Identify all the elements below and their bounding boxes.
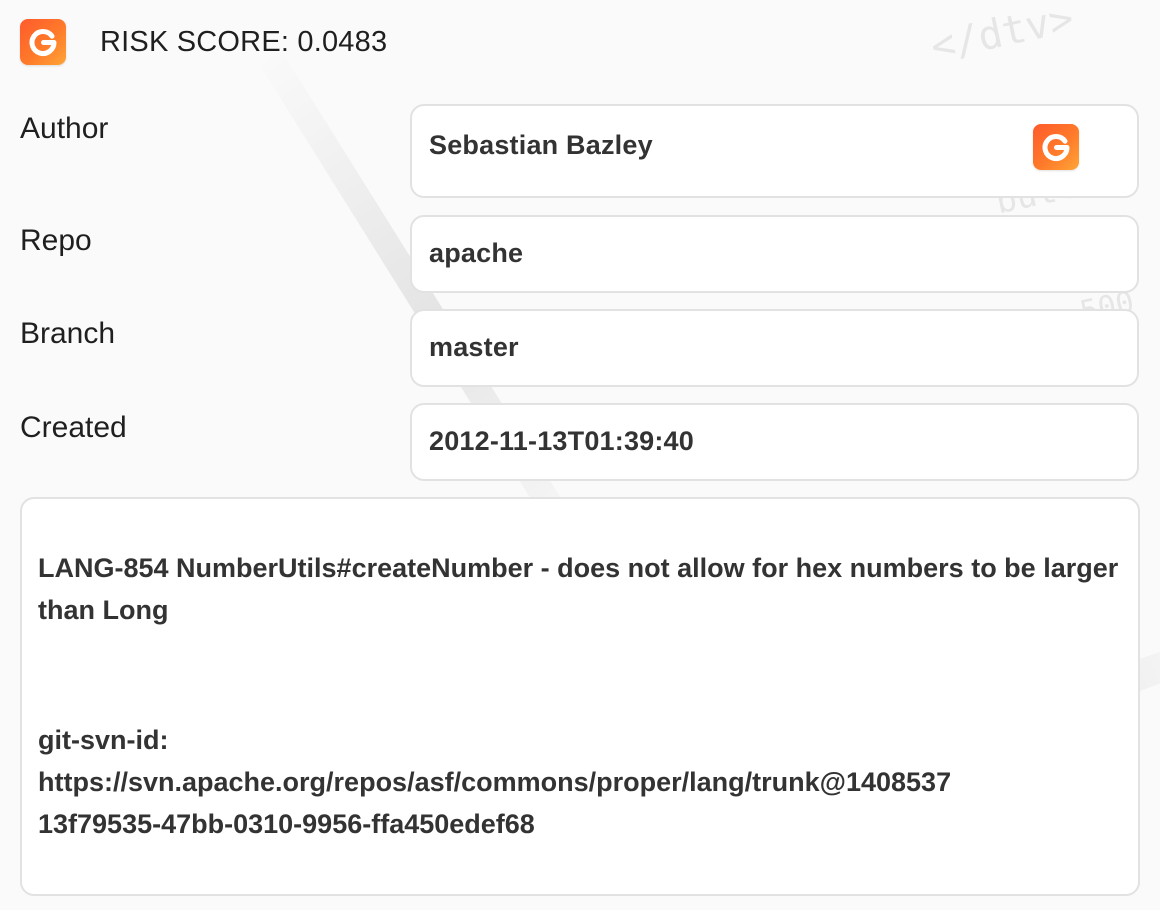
author-label: Author [20,112,109,145]
created-value: 2012-11-13T01:39:40 [429,426,694,456]
g-logo-icon [20,19,66,65]
repo-value: apache [429,238,524,268]
branch-value: master [429,332,519,362]
commit-message-svn-url: https://svn.apache.org/repos/asf/commons… [38,767,952,797]
commit-message-box: LANG-854 NumberUtils#createNumber - does… [20,497,1140,896]
g-logo-icon[interactable] [1033,124,1079,170]
author-field: Sebastian Bazley [410,104,1139,198]
commit-message-summary: LANG-854 NumberUtils#createNumber - does… [38,553,1126,625]
header: RISK SCORE: 0.0483 [20,14,387,70]
author-value: Sebastian Bazley [429,130,653,160]
commit-message-svn-label: git-svn-id: [38,725,169,755]
repo-field: apache [410,215,1139,293]
commit-message-svn-uuid: 13f79535-47bb-0310-9956-ffa450edef68 [38,809,535,839]
created-field: 2012-11-13T01:39:40 [410,403,1139,481]
risk-score-title: RISK SCORE: 0.0483 [100,25,388,58]
created-label: Created [20,411,127,444]
repo-label: Repo [20,224,92,257]
branch-label: Branch [20,317,116,350]
branch-field: master [410,309,1139,387]
